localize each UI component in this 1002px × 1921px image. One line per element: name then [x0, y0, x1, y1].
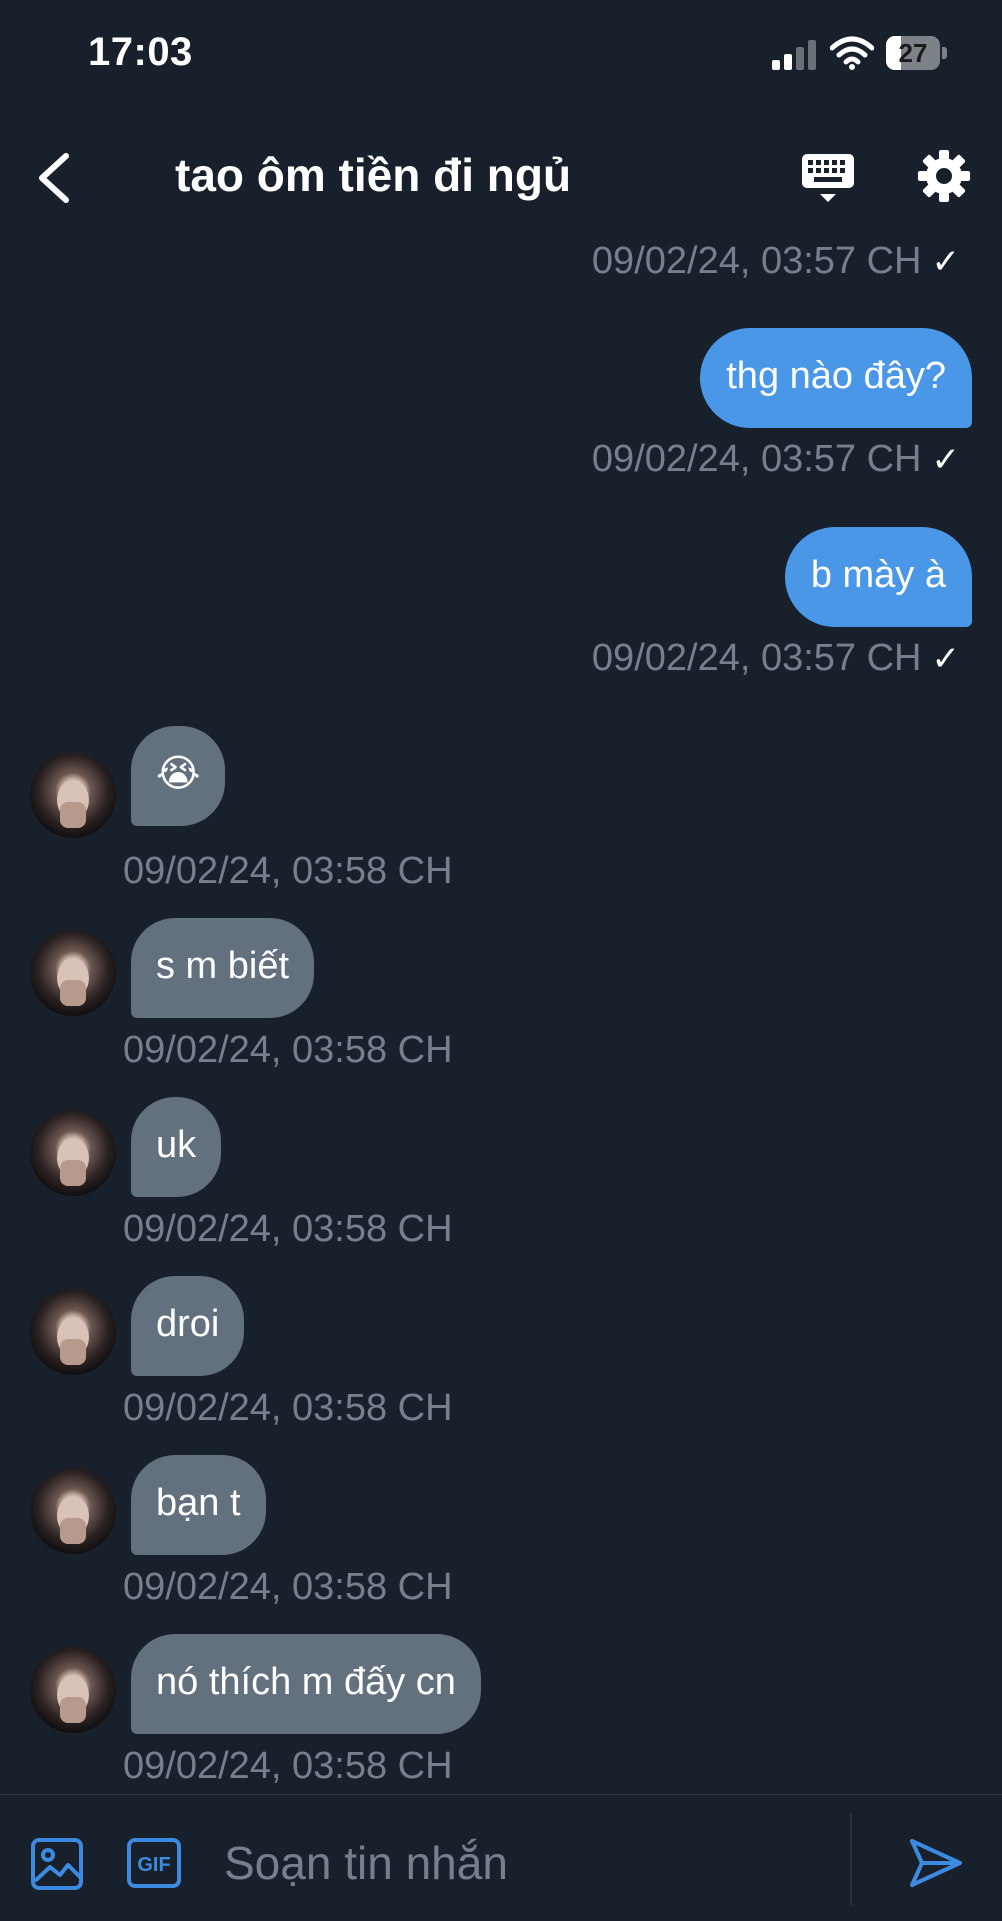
- outgoing-message[interactable]: b mày à: [784, 527, 972, 627]
- message-timestamp: 09/02/24, 03:57 CH ✓: [591, 240, 961, 282]
- incoming-message[interactable]: bạn t: [131, 1455, 266, 1555]
- message-timestamp: 09/02/24, 03:58 CH: [123, 1029, 453, 1071]
- message-timestamp: 09/02/24, 03:57 CH ✓: [591, 637, 961, 679]
- incoming-message[interactable]: uk: [131, 1097, 222, 1197]
- message-timestamp: 09/02/24, 03:57 CH ✓: [591, 438, 961, 480]
- avatar[interactable]: [30, 1289, 116, 1375]
- avatar[interactable]: [30, 1468, 116, 1554]
- gif-icon[interactable]: GIF: [126, 1837, 182, 1889]
- message-timestamp: 09/02/24, 03:58 CH: [123, 1387, 453, 1429]
- divider: [850, 1813, 852, 1905]
- battery-level: 27: [898, 38, 928, 68]
- message-timestamp: 09/02/24, 03:58 CH: [123, 1566, 453, 1608]
- wifi-icon: [830, 36, 874, 70]
- message-composer: GIF: [0, 1794, 1002, 1921]
- incoming-message[interactable]: 😭: [131, 726, 226, 826]
- message-timestamp: 09/02/24, 03:58 CH: [123, 1208, 453, 1250]
- incoming-message[interactable]: droi: [131, 1276, 245, 1376]
- message-timestamp: 09/02/24, 03:58 CH: [123, 1745, 453, 1787]
- avatar[interactable]: [30, 1647, 116, 1733]
- signal-icon: [772, 40, 816, 70]
- read-check-icon: ✓: [931, 640, 961, 678]
- gif-label: GIF: [137, 1854, 170, 1876]
- image-icon[interactable]: [30, 1837, 84, 1891]
- read-check-icon: ✓: [931, 441, 961, 479]
- send-icon[interactable]: [908, 1835, 964, 1891]
- read-check-icon: ✓: [931, 243, 961, 281]
- chat-header: tao ôm tiền đi ngủ: [0, 130, 1002, 220]
- conversation-title: tao ôm tiền đi ngủ: [175, 149, 572, 201]
- status-time: 17:03: [88, 30, 193, 74]
- message-input[interactable]: [222, 1829, 826, 1897]
- outgoing-message[interactable]: thg nào đây?: [700, 328, 972, 428]
- gear-icon[interactable]: [918, 150, 970, 202]
- message-timestamp: 09/02/24, 03:58 CH: [123, 850, 453, 892]
- battery-indicator: 27: [886, 36, 948, 70]
- back-icon[interactable]: [30, 150, 80, 206]
- avatar[interactable]: [30, 1110, 116, 1196]
- status-bar: 17:03 27: [0, 0, 1002, 110]
- avatar[interactable]: [30, 752, 116, 838]
- keyboard-icon[interactable]: [800, 150, 856, 206]
- avatar[interactable]: [30, 930, 116, 1016]
- incoming-message[interactable]: s m biết: [131, 918, 315, 1018]
- incoming-message[interactable]: nó thích m đấy cn: [131, 1634, 481, 1734]
